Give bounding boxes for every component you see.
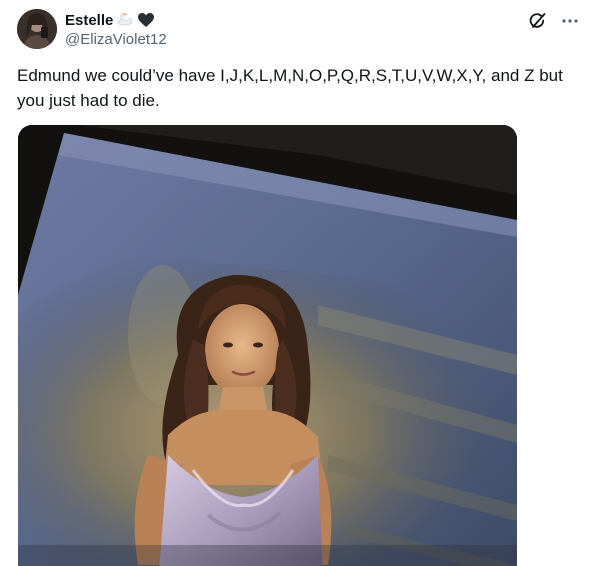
avatar[interactable] — [17, 9, 57, 49]
author-name-row: Estelle — [65, 10, 155, 30]
display-name[interactable]: Estelle — [65, 12, 113, 29]
tweet-card: Estelle @ElizaViolet12 Edmund we could’v… — [0, 0, 601, 566]
grok-icon[interactable] — [527, 10, 549, 32]
author-handle[interactable]: @ElizaViolet12 — [65, 31, 167, 48]
tweet-top-actions — [527, 10, 581, 32]
more-dots-icon[interactable] — [559, 10, 581, 32]
tweet-text: Edmund we could’ve have I,J,K,L,M,N,O,P,… — [17, 66, 563, 110]
tweet-media-photo[interactable] — [18, 125, 517, 566]
swan-emoji-icon — [115, 11, 135, 29]
black-heart-emoji-icon — [137, 12, 155, 28]
